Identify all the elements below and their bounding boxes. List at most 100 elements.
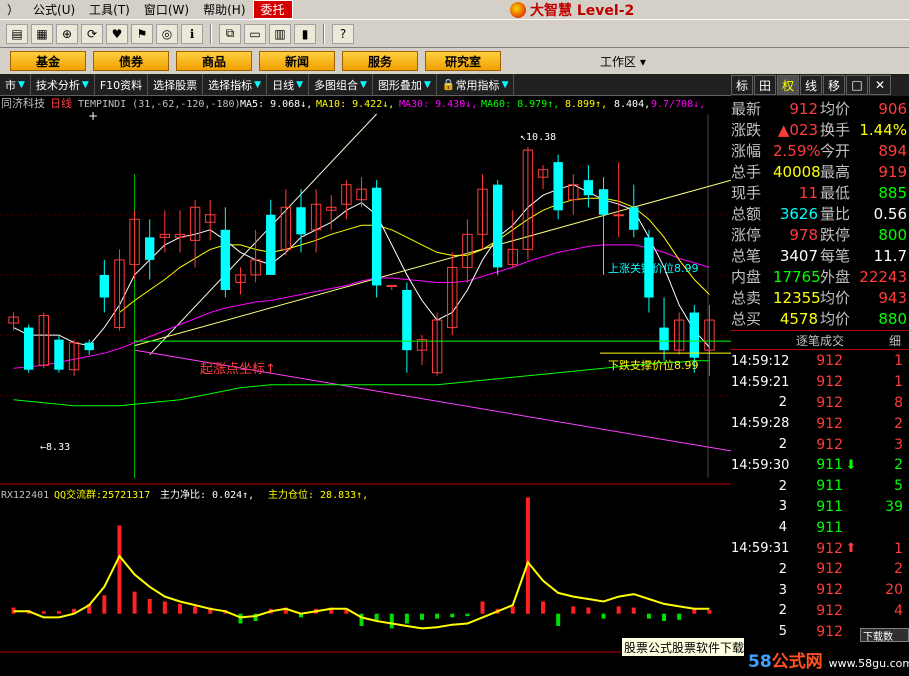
nav-bond-button[interactable]: 债券 [93,51,169,71]
quote-row: 现手 11 最低 885 [731,182,909,203]
favorites-icon[interactable]: ♥ [106,23,128,44]
menu-help[interactable]: 帮助(H) [196,1,252,18]
tick-row: 2 911 5 [731,476,909,497]
alert-icon[interactable]: ⚑ [131,23,153,44]
grid-icon[interactable]: ▥ [269,23,291,44]
quote-label: 涨幅 [731,142,762,160]
icon-toolbar: ▤ ▦ ⊕ ⟳ ♥ ⚑ ◎ ℹ ⧉ ▭ ▥ ▮ ? [0,19,909,48]
info-icon[interactable]: ℹ [181,23,203,44]
tab-restore[interactable]: □ [846,75,868,95]
period-label: 日线 [50,96,72,110]
menu-market[interactable]: ） [0,1,26,18]
chart-icon[interactable]: ▦ [31,23,53,44]
tab-standard[interactable]: 标 [731,75,753,95]
tick-time: 14:59:31 [731,541,790,557]
tool-overlay[interactable]: 图形叠加 ▼ [373,73,437,96]
quote-label: 今开 [820,142,851,160]
workspace-dropdown[interactable]: 工作区 ▾ [600,53,646,70]
nav-commodity-button[interactable]: 商品 [176,51,252,71]
dropdown-arrow-icon: ▼ [18,79,25,90]
ad-banner[interactable]: 股票公式股票软件下载 [621,637,745,657]
tick-price: 911 [816,457,843,474]
tool-select-stock[interactable]: 选择股票 [148,73,204,96]
nav-news-button[interactable]: 新闻 [259,51,335,71]
tick-row: 2 912 8 [731,393,909,414]
tick-row: 2 912 2 [731,559,909,580]
extra-label-1: 8.899↑, [565,99,607,110]
candle-body-up [386,284,397,287]
tick-volume: 4 [894,602,903,619]
candle-body-down [99,274,110,298]
candle-body-down [145,237,155,260]
help-icon[interactable]: ? [332,23,354,44]
tab-rights[interactable]: 权 [777,75,799,95]
globe-icon[interactable]: ◎ [156,23,178,44]
quote-row: 总额 3626 量比 0.56 [731,203,909,224]
qq-group-label: QQ交流群:25721317 [54,488,150,501]
dropdown-arrow-icon: ▼ [501,79,509,90]
tool-multi-chart[interactable]: 多图组合 ▼ [309,73,373,96]
tool-period-day[interactable]: 日线 ▼ [267,73,310,96]
tab-close[interactable]: ✕ [869,75,891,95]
quote-value: 11.7 [873,246,907,265]
menu-bar: ） 公式(U) 工具(T) 窗口(W) 帮助(H) 委托 大智慧 Level-2 [0,0,909,19]
menu-tools[interactable]: 工具(T) [82,1,137,18]
tool-market[interactable]: 市 ▼ [0,73,31,96]
tab-line[interactable]: 线 [800,75,822,95]
quote-label: 涨跌 [731,121,762,139]
refresh-icon[interactable]: ⟳ [81,23,103,44]
menu-trade[interactable]: 委托 [252,0,293,19]
tick-volume: 8 [894,394,903,411]
market-icon[interactable]: ▤ [6,23,28,44]
quote-panel: 最新 912 均价 906 涨跌 ▲023 换手 1.44% 涨幅 2.59% 今开 894 总手 400… [731,98,909,329]
tick-price: 912 [816,561,843,578]
tool-technical[interactable]: 技术分析 ▼ [31,73,95,96]
tick-row: 3 911 39 [731,497,909,518]
tab-move[interactable]: 移 [823,75,845,95]
arrow-down-icon: ⬇ [845,457,857,473]
books-icon[interactable]: ▮ [294,23,316,44]
nav-research-button[interactable]: 研究室 [425,51,501,71]
zoom-icon[interactable]: ⊕ [56,23,78,44]
high-annotation: ↖10.38 [520,132,556,143]
download-button[interactable]: 下载数 [860,628,909,643]
quote-value: 0.56 [873,204,907,223]
brand-logo-icon [510,1,526,18]
nav-fund-button[interactable]: 基金 [10,51,86,71]
tick-list[interactable]: 14:59:12 912 1 14:59:21 912 1 2 912 8 14:59:28 912… [731,351,909,642]
tick-price: 912 [816,582,843,599]
quote-value: 12355 [773,288,821,307]
tool-f10[interactable]: F10资料 [95,73,149,96]
window-icon[interactable]: ▭ [244,23,266,44]
tick-price: 911 [816,478,843,495]
quote-label: 总手 [731,163,762,181]
right-panel-tabs: 标 田 权 线 移 □ ✕ [731,74,909,96]
tick-time: 14:59:21 [731,374,790,390]
menu-formula[interactable]: 公式(U) [26,1,82,18]
tool-common-indicator[interactable]: 🔒 常用指标 ▼ [437,73,515,96]
tick-price: 912 [816,374,843,391]
tick-price: 911 [816,498,843,515]
copy-icon[interactable]: ⧉ [219,23,241,44]
tick-detail-button[interactable]: 细 [889,332,901,349]
lock-icon: 🔒 [441,78,456,91]
quote-value: 4578 [779,309,818,328]
quote-label: 最新 [731,100,762,118]
menu-window[interactable]: 窗口(W) [137,1,196,18]
nav-service-button[interactable]: 服务 [342,51,418,71]
tick-price: 912 [816,415,843,432]
dropdown-arrow-icon: ▼ [254,79,262,90]
tool-select-indicator[interactable]: 选择指标 ▼ [203,73,268,96]
quote-value: 3407 [779,246,818,265]
tab-grid[interactable]: 田 [754,75,776,95]
quote-label: 总买 [731,310,762,328]
dropdown-arrow-icon: ▼ [296,79,304,90]
low-annotation: ←8.33 [40,442,70,453]
kline-chart[interactable]: 同济科技 日线 TEMPINDI (31,-62,-120,-180) MA5:… [0,96,731,659]
quote-row: 内盘 17765 外盘 22243 [731,266,909,287]
quote-label: 跌停 [820,226,851,244]
tick-row: 14:59:31 912 ⬆ 1 [731,538,909,559]
candle-body-down [371,187,382,286]
candle-body-down [54,339,64,370]
quote-row: 总手 40008 最高 919 [731,161,909,182]
